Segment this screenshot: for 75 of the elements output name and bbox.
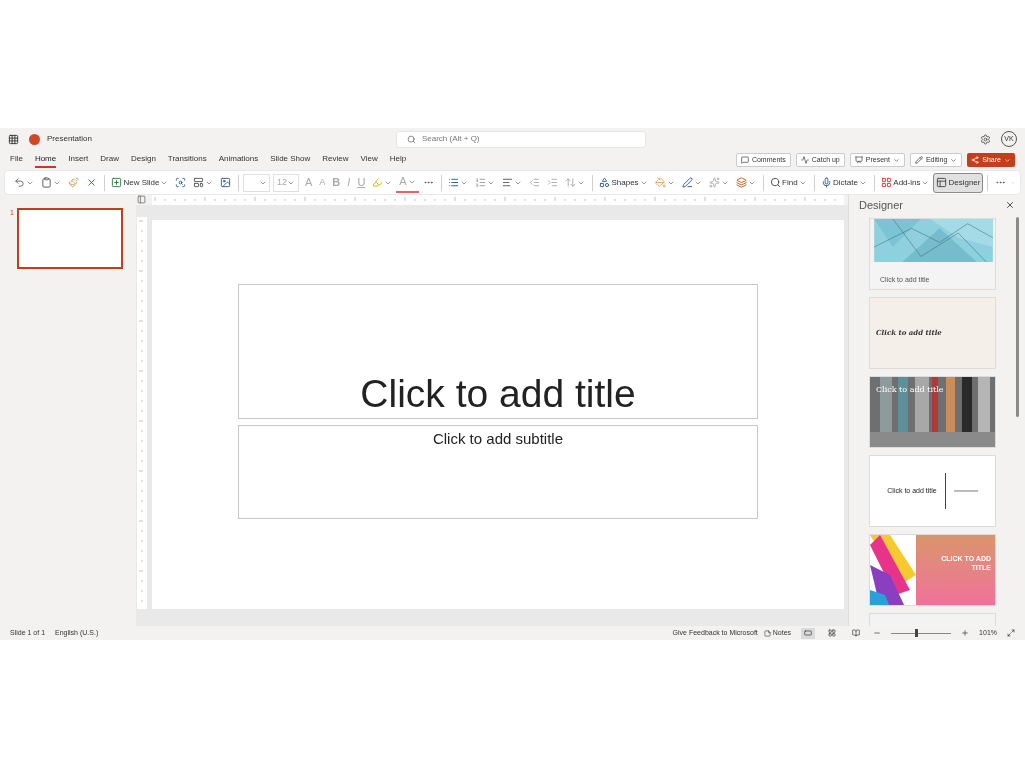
close-icon[interactable] — [1005, 200, 1015, 210]
microphone-icon — [821, 177, 832, 188]
search-icon — [406, 134, 416, 144]
new-slide-button[interactable]: New Slide — [108, 172, 172, 193]
share-icon — [971, 156, 980, 164]
menu-tab[interactable]: Draw — [100, 152, 119, 168]
app-launcher-icon[interactable] — [8, 133, 19, 145]
menu-tab[interactable]: Design — [130, 152, 156, 168]
normal-view-icon — [804, 629, 813, 637]
scrollbar[interactable] — [1016, 217, 1019, 417]
addins-button[interactable]: Add-ins — [878, 172, 933, 193]
paint-bucket-icon — [654, 177, 666, 188]
numbered-list-icon — [475, 177, 487, 188]
designer-button[interactable]: Designer — [933, 172, 984, 193]
powerpoint-logo-icon — [29, 133, 40, 145]
menu-tab[interactable]: Transitions — [167, 152, 207, 168]
line-spacing-icon — [565, 177, 577, 188]
cross-icon — [86, 177, 97, 188]
zoom-thumb[interactable] — [915, 629, 919, 637]
subtitle-placeholder[interactable]: Click to add subtitle — [238, 425, 758, 519]
undo-icon — [14, 177, 25, 188]
slide-thumbnail[interactable] — [16, 208, 123, 269]
fit-icon[interactable] — [1007, 629, 1015, 637]
design-thumbnail[interactable]: Click to add title — [869, 376, 996, 448]
slide-sorter-icon — [828, 629, 837, 637]
reading-view-icon — [852, 629, 861, 637]
menu-tab[interactable]: File — [10, 152, 23, 168]
design-title: Click to add title — [876, 384, 944, 396]
menu-tab[interactable]: View — [360, 152, 378, 168]
brush-icon — [68, 177, 79, 188]
designer-icon — [936, 177, 948, 188]
menu-tab[interactable]: Help — [389, 152, 407, 168]
font-name-field[interactable] — [242, 173, 270, 192]
bullet-list-icon — [448, 177, 460, 188]
grid-icon — [881, 177, 893, 188]
indent-icon — [547, 177, 559, 188]
document-title[interactable]: Presentation — [47, 133, 92, 145]
background-icon — [220, 177, 232, 188]
slide-search-icon — [175, 177, 187, 188]
menu-tab[interactable]: Home — [34, 152, 57, 168]
chevron-icon — [1004, 156, 1011, 164]
layout-icon — [193, 177, 205, 188]
pen-icon — [681, 177, 693, 188]
shapes-button[interactable]: Shapes — [596, 172, 651, 193]
ruler-toggle-icon[interactable] — [137, 195, 146, 204]
presentation-icon — [854, 156, 863, 164]
notes-icon — [763, 629, 771, 637]
normal-view-button[interactable] — [801, 627, 816, 639]
title-placeholder[interactable]: Click to add title — [238, 284, 758, 419]
dictate-button[interactable]: Dictate — [818, 172, 870, 193]
menu-tab[interactable]: Review — [322, 152, 349, 168]
align-icon — [502, 177, 514, 188]
search-icon — [770, 177, 782, 188]
chevron-icon — [892, 156, 900, 164]
outdent-icon — [529, 177, 541, 188]
comment-icon — [740, 156, 749, 164]
find-button[interactable]: Find — [767, 172, 810, 193]
menu-tab[interactable]: Insert — [68, 152, 89, 168]
menu-tab[interactable]: Slide Show — [270, 152, 311, 168]
menu-tab[interactable]: Animations — [218, 152, 259, 168]
shapes-icon — [599, 177, 611, 188]
effects-icon — [708, 177, 720, 188]
zoom-slider[interactable] — [891, 629, 952, 637]
chevron-icon — [950, 156, 958, 164]
clipboard-icon — [41, 177, 52, 188]
arrange-icon — [735, 177, 747, 188]
zoom-in-icon[interactable] — [961, 629, 970, 637]
new-slide-icon — [111, 177, 123, 188]
search-field[interactable]: Search (Alt + Q) — [395, 130, 646, 148]
settings-icon[interactable] — [980, 133, 991, 145]
zoom-out-icon[interactable] — [873, 629, 882, 637]
pulse-icon — [800, 156, 809, 164]
highlighter-icon — [372, 177, 384, 188]
designer-title: Designer — [859, 197, 904, 213]
pencil-icon — [914, 156, 923, 164]
